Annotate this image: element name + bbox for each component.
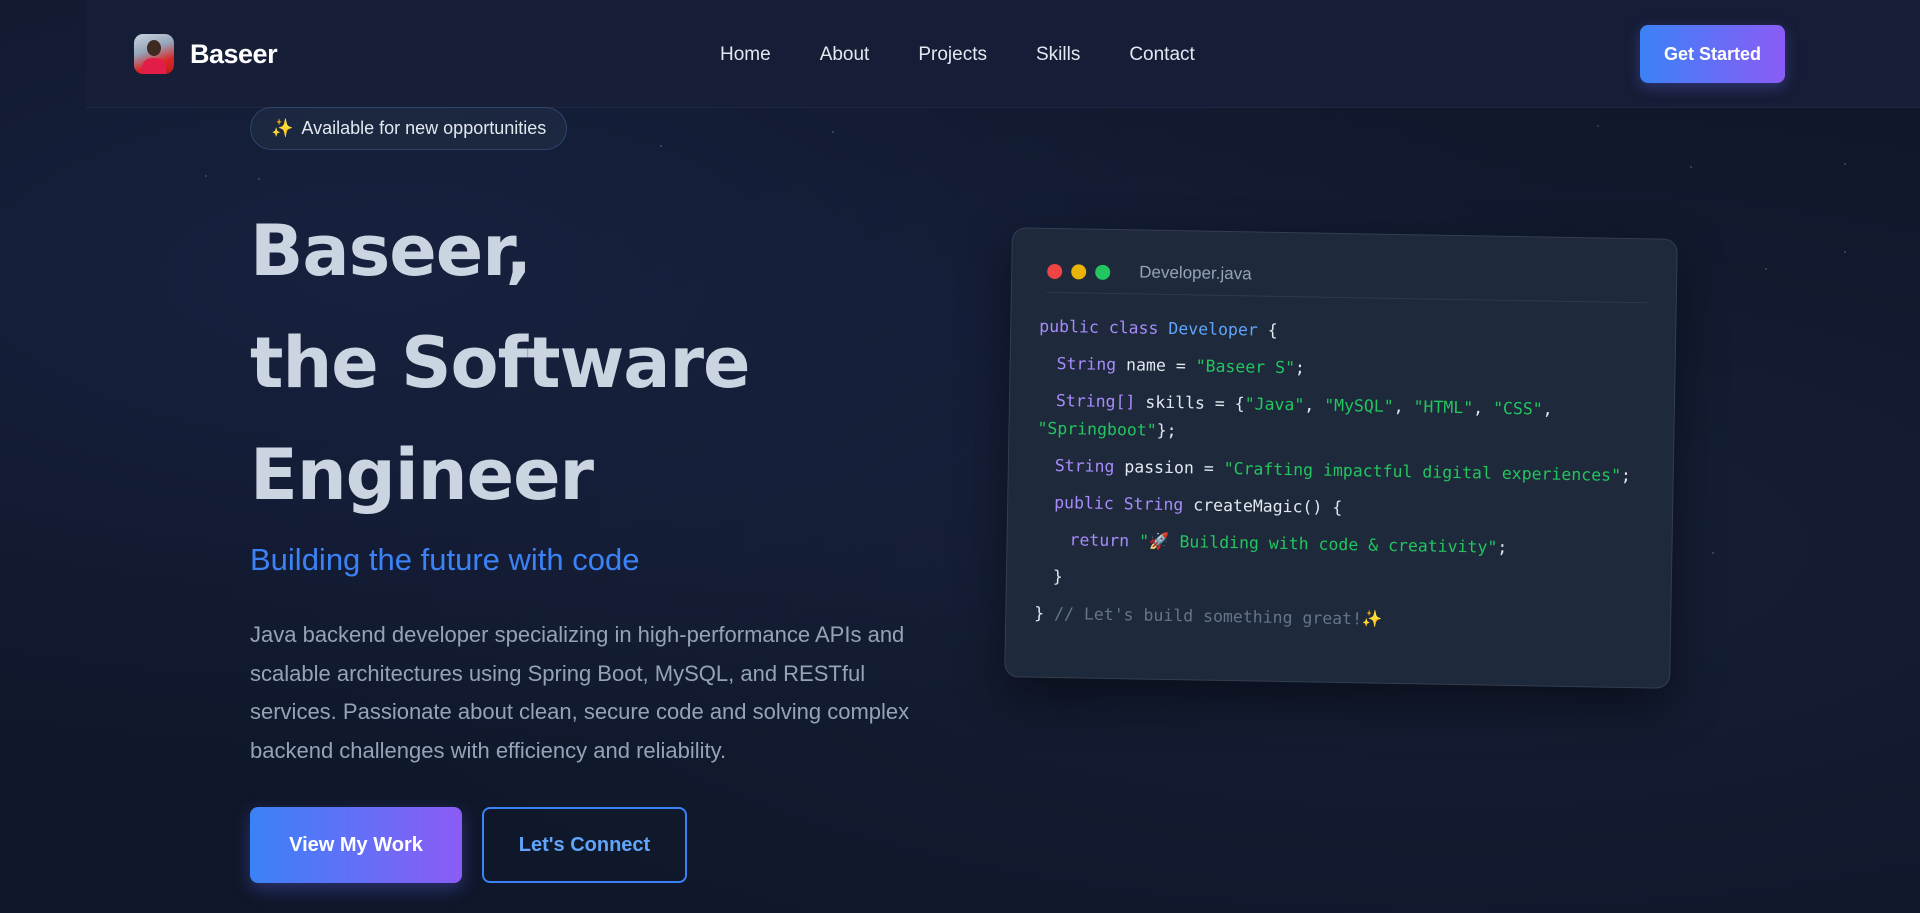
nav-link-contact[interactable]: Contact: [1129, 44, 1194, 66]
nav-link-projects[interactable]: Projects: [918, 44, 987, 66]
hero-subtitle: Building the future with code: [250, 542, 640, 577]
code-line-4: String passion = "Crafting impactful dig…: [1054, 456, 1632, 486]
top-navbar: Baseer Home About Projects Skills Contac…: [86, 0, 1920, 108]
view-my-work-button[interactable]: View My Work: [250, 807, 462, 883]
sparkles-icon: ✨: [1361, 609, 1383, 629]
code-line-6: return "🚀 Building with code & creativit…: [1069, 530, 1508, 557]
nav-links: Home About Projects Skills Contact: [720, 44, 1195, 66]
get-started-button[interactable]: Get Started: [1640, 25, 1785, 83]
nav-link-about[interactable]: About: [820, 44, 870, 66]
code-filename: Developer.java: [1139, 262, 1252, 284]
close-dot-icon: [1047, 263, 1063, 280]
code-line-8: } // Let's build something great!✨: [1034, 603, 1383, 629]
hero-title-line-1: Baseer,: [250, 210, 532, 292]
minimize-dot-icon: [1071, 264, 1087, 280]
avatar: [134, 34, 174, 74]
lets-connect-button[interactable]: Let's Connect: [482, 807, 687, 883]
nav-link-home[interactable]: Home: [720, 44, 771, 66]
code-line-1: public class Developer {: [1039, 316, 1278, 340]
code-line-2: String name = "Baseer S";: [1056, 354, 1306, 378]
code-line-3-wrap: "Springboot"};: [1037, 418, 1177, 441]
code-line-7: }: [1052, 566, 1063, 587]
availability-badge-label: Available for new opportunities: [301, 118, 547, 138]
availability-badge: ✨ Available for new opportunities: [250, 107, 568, 150]
nav-link-skills[interactable]: Skills: [1036, 44, 1080, 66]
hero-title-line-2: the Software: [250, 322, 750, 404]
hero-title: Baseer, the Software Engineer: [250, 195, 750, 531]
code-line-5: public String createMagic() {: [1054, 493, 1343, 518]
code-line-3: String[] skills = {"Java", "MySQL", "HTM…: [1055, 391, 1553, 419]
brand-name: Baseer: [190, 38, 278, 69]
maximize-dot-icon: [1095, 264, 1111, 280]
brand[interactable]: Baseer: [134, 34, 278, 74]
sparkles-icon: ✨: [271, 118, 294, 138]
code-card: Developer.java public class Developer { …: [1004, 227, 1678, 689]
hero-description: Java backend developer specializing in h…: [250, 622, 910, 763]
hero-title-line-3: Engineer: [250, 434, 594, 516]
code-card-header: Developer.java: [1046, 258, 1648, 304]
